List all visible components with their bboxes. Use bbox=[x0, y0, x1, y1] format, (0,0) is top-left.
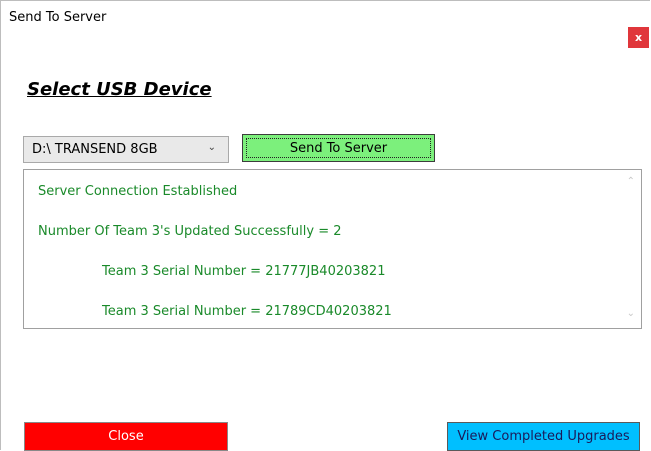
send-to-server-button[interactable]: Send To Server bbox=[242, 134, 435, 162]
send-to-server-window: Send To Server x Select USB Device D:\ T… bbox=[0, 0, 650, 451]
log-line: Server Connection Established bbox=[38, 184, 238, 199]
log-line: Team 3 Serial Number = 21789CD40203821 bbox=[102, 304, 392, 319]
log-line: Team 3 Serial Number = 21777JB40203821 bbox=[102, 264, 386, 279]
log-output-box[interactable]: Server Connection Established Number Of … bbox=[23, 169, 642, 329]
view-completed-upgrades-button[interactable]: View Completed Upgrades bbox=[447, 422, 640, 451]
chevron-down-icon[interactable]: ⌄ bbox=[208, 142, 216, 153]
log-line: Number Of Team 3's Updated Successfully … bbox=[38, 224, 342, 239]
close-icon: x bbox=[634, 31, 643, 44]
scroll-down-icon[interactable]: ⌄ bbox=[627, 308, 635, 319]
usb-device-select-value: D:\ TRANSEND 8GB bbox=[32, 142, 158, 157]
close-button[interactable]: Close bbox=[24, 422, 228, 451]
scroll-up-icon[interactable]: ⌃ bbox=[627, 176, 635, 187]
usb-device-select[interactable]: D:\ TRANSEND 8GB ⌄ bbox=[23, 136, 229, 163]
page-title: Select USB Device bbox=[27, 79, 212, 100]
window-close-button[interactable]: x bbox=[628, 27, 649, 48]
window-title: Send To Server bbox=[9, 10, 107, 25]
